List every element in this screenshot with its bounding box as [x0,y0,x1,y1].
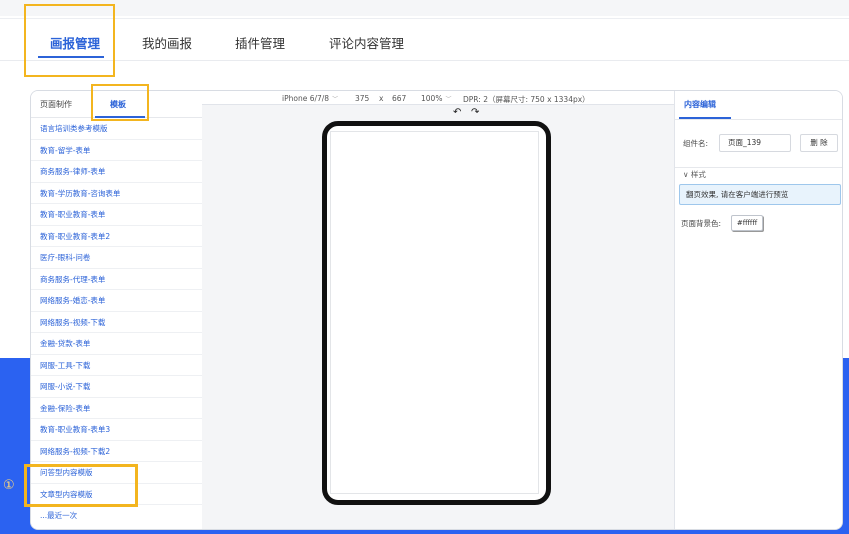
editor-panel: 页面制作 模板 语言培训类参考模版 教育-留学-表单 商务服务-律师-表单 教育… [30,90,843,530]
tab-plugin-management[interactable]: 插件管理 [235,33,285,52]
template-item[interactable]: 教育-职业教育-表单3 [31,419,202,441]
template-item[interactable]: 金融-保险-表单 [31,398,202,419]
highlight-box-top-tab [24,4,115,77]
phone-preview[interactable] [322,121,551,505]
viewport-width[interactable]: 375 [355,94,369,103]
delete-button[interactable]: 删 除 [800,134,838,152]
template-item[interactable]: 教育-学历教育-咨询表单 [31,183,202,204]
zoom-select[interactable]: 100% ﹀ [421,94,451,103]
tab-page-editor[interactable]: 页面制作 [40,99,72,110]
dpr-info: DPR: 2（屏幕尺寸: 750 x 1334px） [463,95,590,104]
device-select-value: iPhone 6/7/8 [282,94,330,103]
tab-content-edit[interactable]: 内容编辑 [684,99,716,110]
component-name-input[interactable]: 页面_139 [719,134,791,152]
chevron-down-icon: ∨ [683,170,691,179]
top-strip [0,0,849,16]
device-toolbar: iPhone 6/7/8 ﹀ 375 x 667 100% ﹀ DPR: 2（屏幕尺… [202,91,674,105]
template-item[interactable]: 商务服务-律师-表单 [31,161,202,183]
chevron-down-icon: ﹀ [332,96,339,103]
chevron-down-icon: ﹀ [445,96,452,103]
template-item[interactable]: 教育-职业教育-表单2 [31,226,202,247]
tab-comment-management[interactable]: 评论内容管理 [329,33,404,52]
style-section-title: 样式 [690,170,706,179]
template-item[interactable]: 网络服务-视频-下载 [31,312,202,333]
bg-color-label: 页面背景色: [681,219,722,228]
top-divider [0,18,849,19]
highlight-box-templates-tab [91,84,149,121]
template-list: 语言培训类参考模版 教育-留学-表单 商务服务-律师-表单 教育-学历教育-咨询… [31,118,202,505]
template-item[interactable]: 网服-工具-下载 [31,355,202,376]
template-item[interactable]: 医疗-眼科-问卷 [31,247,202,269]
bg-color-picker[interactable]: #ffffff [731,215,763,231]
component-name-label: 组件名: [683,139,709,148]
properties-panel: 内容编辑 组件名: 页面_139 删 除 ∨ 样式 翻页效果, 请在客户端进行预… [674,91,842,529]
template-item[interactable]: 金融-贷款-表单 [31,333,202,355]
tab-my-posters[interactable]: 我的画报 [142,33,192,52]
right-divider [675,119,842,120]
undo-icon[interactable]: ↶ [453,107,461,118]
device-select[interactable]: iPhone 6/7/8 ﹀ [282,94,338,103]
canvas-area: iPhone 6/7/8 ﹀ 375 x 667 100% ﹀ DPR: 2（屏幕尺… [202,91,674,529]
times-sign: x [379,94,384,103]
template-item[interactable]: 商务服务-代理-表单 [31,269,202,290]
preview-notice: 翻页效果, 请在客户端进行预览 [679,184,841,205]
template-item[interactable]: 教育-留学-表单 [31,140,202,161]
style-section-toggle[interactable]: ∨ 样式 [675,167,842,182]
highlight-box-content-templates [24,464,138,507]
step-marker: ① [3,478,15,493]
phone-screen[interactable] [330,131,539,494]
template-item[interactable]: 网服-小说-下载 [31,376,202,398]
redo-icon[interactable]: ↷ [471,107,479,118]
template-item[interactable]: 语言培训类参考模版 [31,118,202,140]
nav-divider [0,60,849,61]
template-item[interactable]: 网络服务-婚恋-表单 [31,290,202,312]
zoom-value: 100% [421,94,443,103]
template-item[interactable]: 网络服务-视频-下载2 [31,441,202,462]
viewport-height[interactable]: 667 [392,94,406,103]
recent-link[interactable]: ...最近一次 [31,505,202,526]
template-item[interactable]: 教育-职业教育-表单 [31,204,202,226]
